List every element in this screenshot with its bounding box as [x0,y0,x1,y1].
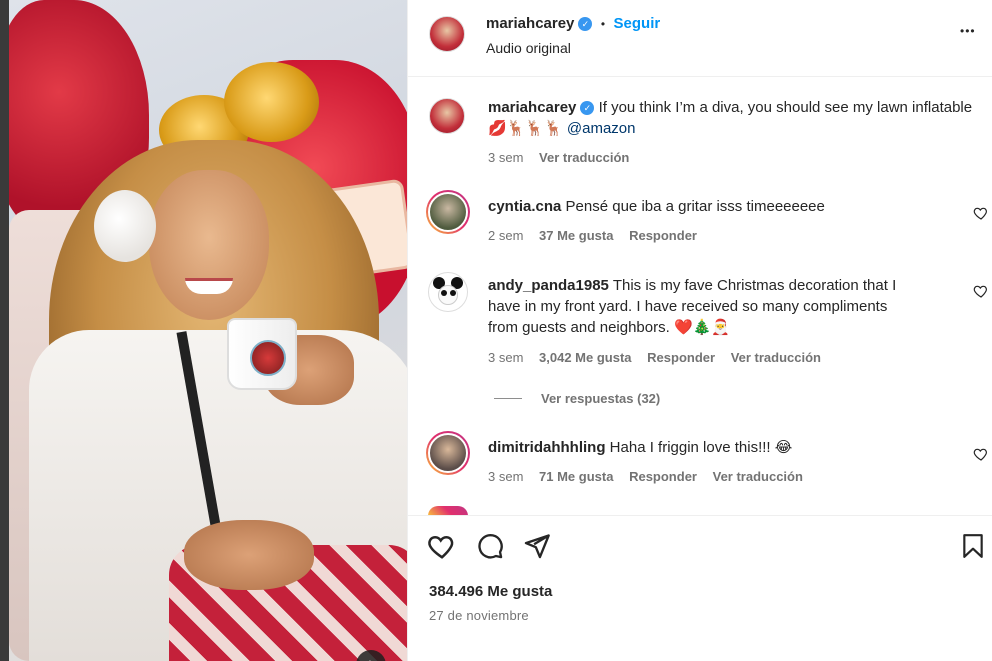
verified-badge-icon: ✓ [578,17,593,31]
reply-button[interactable]: Responder [629,469,697,484]
separator: • [600,17,606,31]
earmuff [94,190,156,262]
reply-button[interactable]: Responder [629,228,697,243]
comment-meta: 3 sem 3,042 Me gusta Responder Ver tradu… [488,350,821,365]
comment-meta: 2 sem 37 Me gusta Responder [488,228,697,243]
comment-likes[interactable]: 3,042 Me gusta [539,350,632,365]
comment-avatar[interactable] [426,190,470,234]
heart-icon[interactable] [427,531,457,561]
comment-likes[interactable]: 37 Me gusta [539,228,613,243]
actions-bar: 384.496 Me gusta 27 de noviembre [408,515,992,661]
hand [184,520,314,590]
comment-avatar-panda[interactable] [428,272,468,312]
comment-body-line1: This is my fave Christmas decoration tha… [612,277,897,294]
header-title-row: mariahcarey ✓ • Seguir [486,15,660,33]
comment-username[interactable]: cyntia.cna [488,198,561,215]
comment-text: andy_panda1985 This is my fave Christmas… [488,275,958,338]
heart-icon[interactable] [973,205,989,221]
heart-icon[interactable] [973,446,989,462]
avatar[interactable] [429,16,465,52]
comment-time[interactable]: 3 sem [488,350,523,365]
more-options-icon[interactable]: ••• [960,24,976,38]
comment-text: dimitridahhhling Haha I friggin love thi… [488,437,948,458]
share-icon[interactable] [523,532,551,560]
comment-body: Haha I friggin love this!!! [609,439,771,456]
comment-emojis: ❤️🎄🎅 [673,319,730,336]
reply-button[interactable]: Responder [647,350,715,365]
mention-link[interactable]: @amazon [567,120,636,137]
comment-text: cyntia.cna Pensé que iba a gritar isss t… [488,196,948,217]
comment-likes[interactable]: 71 Me gusta [539,469,613,484]
window-left-edge [0,0,9,661]
comment-emoji: 😂 [774,439,793,456]
comment-time[interactable]: 3 sem [488,469,523,484]
comment-body: Pensé que iba a gritar isss timeeeeeee [565,198,825,215]
comment-time[interactable]: 2 sem [488,228,523,243]
bookmark-icon[interactable] [960,532,986,560]
caption-emojis: 💋🦌🦌🦌 [488,120,563,137]
post-username[interactable]: mariahcarey [486,15,574,32]
caption-text: mariahcarey ✓ If you think I’m a diva, yo… [488,97,978,139]
gold-bell [224,62,319,142]
view-replies-button[interactable]: Ver respuestas (32) [541,391,660,406]
caption-username[interactable]: mariahcarey [488,99,576,116]
verified-badge-icon: ✓ [580,101,595,115]
heart-icon[interactable] [973,283,989,299]
comment-meta: 3 sem 71 Me gusta Responder Ver traducci… [488,469,803,484]
comment-username[interactable]: andy_panda1985 [488,277,609,294]
view-replies-label: Ver respuestas (32) [541,391,661,406]
replies-divider [494,398,522,399]
comment-username[interactable]: dimitridahhhling [488,439,606,456]
caption-body: If you think I’m a diva, you should see … [598,99,973,116]
comment-avatar[interactable] [426,431,470,475]
post-header: mariahcarey ✓ • Seguir Audio original ••• [408,0,992,77]
caption-meta: 3 sem Ver traducción [488,150,629,165]
post-image[interactable] [9,0,407,661]
caption-avatar[interactable] [429,98,465,134]
caption-time[interactable]: 3 sem [488,150,523,165]
likes-count[interactable]: 384.496 Me gusta [429,583,552,600]
comment-body-line3: from guests and neighbors. [488,319,670,336]
comment-icon[interactable] [476,532,504,560]
face [149,170,269,320]
post-date: 27 de noviembre [429,608,529,623]
translate-button[interactable]: Ver traducción [539,150,629,165]
post-panel: mariahcarey ✓ • Seguir Audio original •••… [407,0,992,661]
comment-body-line2: have in my front yard. I have received s… [488,298,888,315]
audio-label[interactable]: Audio original [486,40,571,56]
translate-button[interactable]: Ver traducción [713,469,803,484]
translate-button[interactable]: Ver traducción [731,350,821,365]
mug-print [250,340,286,376]
follow-button[interactable]: Seguir [614,15,661,32]
